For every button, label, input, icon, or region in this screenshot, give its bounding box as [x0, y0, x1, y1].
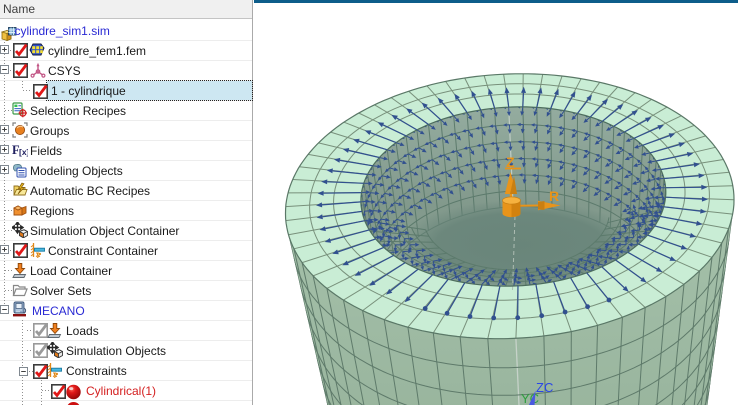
svg-text:R: R [549, 188, 559, 204]
svg-text:[x]: [x] [19, 147, 28, 157]
